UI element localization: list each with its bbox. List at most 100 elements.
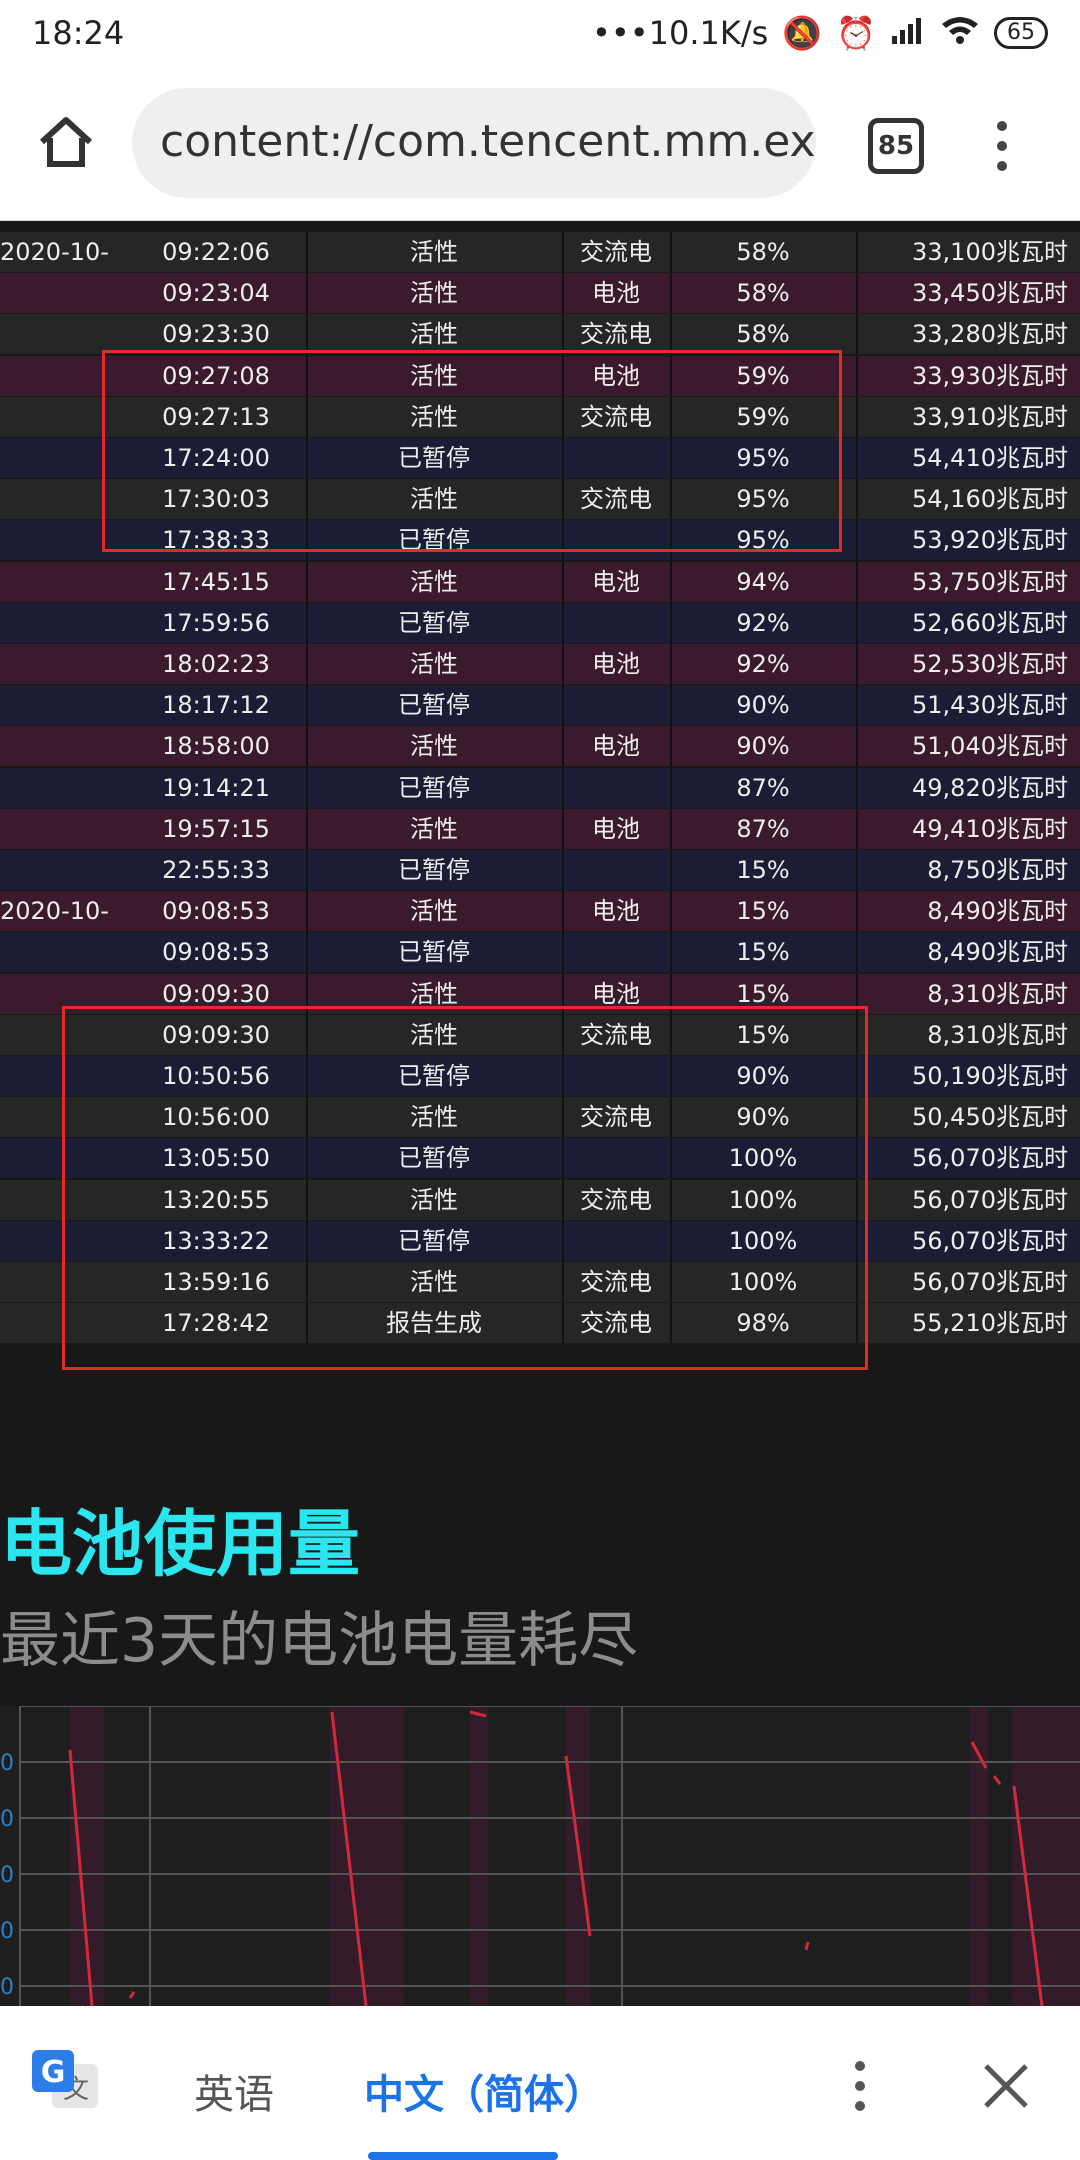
table-row: 18:58:00 活性 电池 90% 51,040兆瓦时 <box>0 726 1080 767</box>
google-translate-icon[interactable]: 文 G <box>32 2050 102 2112</box>
net-speed: •••10.1K/s <box>592 14 769 52</box>
row-date <box>0 562 126 602</box>
row-percent: 87% <box>670 767 858 808</box>
row-capacity: 8,490兆瓦时 <box>927 938 1068 967</box>
tab-switcher-button[interactable]: 85 <box>868 118 924 174</box>
row-capacity: 53,920兆瓦时 <box>912 526 1068 555</box>
row-state: 活性 <box>306 314 564 355</box>
row-capacity: 56,070兆瓦时 <box>912 1268 1068 1296</box>
row-capacity: 51,040兆瓦时 <box>912 732 1068 761</box>
row-state: 活性 <box>306 644 564 684</box>
row-percent: 90% <box>670 685 858 726</box>
translate-menu-icon[interactable] <box>850 2056 870 2120</box>
row-date <box>0 809 126 849</box>
table-row: 17:59:56 已暂停 92% 52,660兆瓦时 <box>0 602 1080 643</box>
table-row: 17:45:15 活性 电池 94% 53,750兆瓦时 <box>0 561 1080 602</box>
table-row: 22:55:33 已暂停 15% 8,750兆瓦时 <box>0 850 1080 890</box>
row-percent: 58% <box>670 314 858 355</box>
row-date <box>0 685 126 725</box>
row-capacity: 54,160兆瓦时 <box>912 485 1068 514</box>
highlight-box <box>62 1006 868 1370</box>
row-state: 已暂停 <box>306 850 564 890</box>
row-percent: 87% <box>670 808 858 849</box>
section-subtitle: 最近3天的电池电量耗尽 <box>0 1606 639 1676</box>
row-date <box>0 932 126 972</box>
row-date <box>0 768 126 808</box>
status-icons: •••10.1K/s 🔕 ⏰ 65 <box>592 14 1048 52</box>
svg-text:G: G <box>41 2055 66 2090</box>
table-row: 18:17:12 已暂停 90% 51,430兆瓦时 <box>0 685 1080 726</box>
row-date <box>0 314 126 354</box>
row-capacity: 52,660兆瓦时 <box>912 608 1068 637</box>
row-capacity: 50,450兆瓦时 <box>912 1103 1068 1132</box>
signal-icon <box>890 14 926 52</box>
url-text: content://com.tencent.mm.ext <box>160 116 816 167</box>
row-date: 2020-10-22 <box>0 897 109 965</box>
row-percent: 90% <box>670 726 858 767</box>
drain-line <box>804 1941 810 1951</box>
status-time: 18:24 <box>32 14 125 52</box>
row-state: 活性 <box>306 561 564 602</box>
highlight-box <box>102 350 842 552</box>
row-source: 电池 <box>562 808 672 849</box>
row-date <box>0 644 126 684</box>
row-state: 活性 <box>306 891 564 932</box>
table-row: 09:23:30 活性 交流电 58% 33,280兆瓦时 <box>0 314 1080 355</box>
shaded-band <box>970 1706 988 2006</box>
y-tick-label: 0 <box>0 1919 14 1944</box>
row-percent: 15% <box>670 932 858 973</box>
row-capacity: 54,410兆瓦时 <box>912 444 1068 472</box>
row-source: 电池 <box>562 273 672 314</box>
row-capacity: 56,070兆瓦时 <box>912 1185 1068 1214</box>
row-capacity: 49,410兆瓦时 <box>912 814 1068 843</box>
row-source <box>562 850 672 890</box>
table-row: 18:02:23 活性 电池 92% 52,530兆瓦时 <box>0 644 1080 684</box>
row-time: 22:55:33 <box>126 850 308 890</box>
source-language-tab[interactable]: 英语 <box>194 2062 274 2120</box>
row-percent: 15% <box>670 891 858 932</box>
y-tick-label: 0 <box>0 1863 14 1888</box>
row-source: 电池 <box>562 891 672 932</box>
translate-bar: 文 G 英语 中文（简体） <box>0 2006 1080 2160</box>
row-capacity: 8,490兆瓦时 <box>927 897 1068 926</box>
row-state: 已暂停 <box>306 932 564 973</box>
row-time: 18:02:23 <box>126 644 308 684</box>
row-capacity: 8,310兆瓦时 <box>927 1020 1068 1049</box>
row-capacity: 49,820兆瓦时 <box>912 773 1068 802</box>
row-time: 09:23:30 <box>126 314 308 355</box>
wifi-icon <box>940 14 980 52</box>
row-capacity: 56,070兆瓦时 <box>912 1226 1068 1255</box>
row-capacity: 53,750兆瓦时 <box>912 567 1068 596</box>
row-percent: 58% <box>670 232 858 272</box>
row-source <box>562 685 672 726</box>
row-percent: 92% <box>670 644 858 684</box>
row-time: 09:23:04 <box>126 273 308 314</box>
row-time: 19:57:15 <box>126 808 308 849</box>
row-capacity: 33,450兆瓦时 <box>912 279 1068 308</box>
row-percent: 94% <box>670 561 858 602</box>
table-row: 19:57:15 活性 电池 87% 49,410兆瓦时 <box>0 808 1080 849</box>
row-source: 电池 <box>562 644 672 684</box>
url-bar[interactable]: content://com.tencent.mm.ext <box>132 88 816 198</box>
row-capacity: 8,310兆瓦时 <box>927 979 1068 1008</box>
row-percent: 15% <box>670 850 858 890</box>
row-capacity: 8,750兆瓦时 <box>927 856 1068 884</box>
row-source <box>562 602 672 643</box>
close-icon[interactable] <box>978 2058 1034 2114</box>
battery-drain-chart: 0 0 0 0 0 <box>0 1706 1080 2006</box>
target-language-tab[interactable]: 中文（简体） <box>364 2062 604 2120</box>
status-bar: 18:24 •••10.1K/s 🔕 ⏰ 65 <box>0 0 1080 68</box>
browser-menu-icon[interactable] <box>992 116 1012 176</box>
table-row: 09:08:53 已暂停 15% 8,490兆瓦时 <box>0 932 1080 973</box>
row-source: 电池 <box>562 561 672 602</box>
row-capacity: 50,190兆瓦时 <box>912 1062 1068 1090</box>
row-percent: 58% <box>670 273 858 314</box>
row-state: 活性 <box>306 232 564 272</box>
row-capacity: 33,280兆瓦时 <box>912 320 1068 349</box>
active-tab-indicator <box>368 2152 558 2160</box>
row-state: 活性 <box>306 808 564 849</box>
row-capacity: 33,910兆瓦时 <box>912 402 1068 431</box>
row-state: 已暂停 <box>306 685 564 726</box>
row-percent: 92% <box>670 602 858 643</box>
home-icon[interactable] <box>36 112 96 172</box>
